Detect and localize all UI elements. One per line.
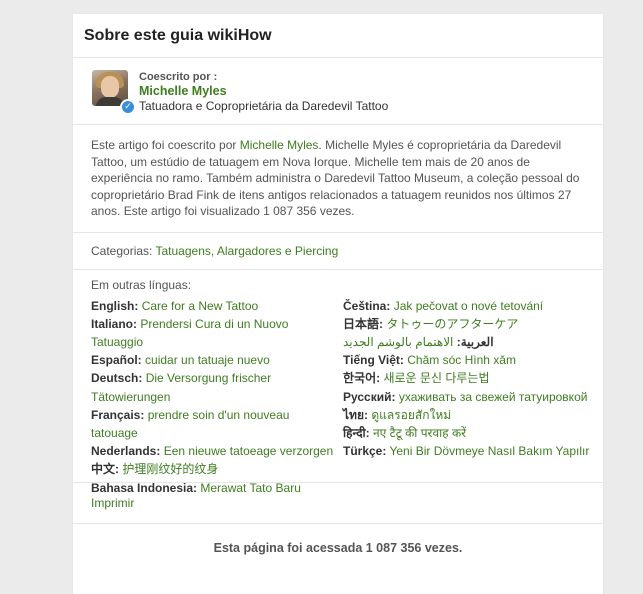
language-item: Français: prendre soin d'un nouveau tato…	[91, 406, 336, 442]
language-item: Nederlands: Een nieuwe tatoeage verzorge…	[91, 442, 336, 460]
other-languages: Em outras línguas: English: Care for a N…	[73, 270, 603, 495]
language-link[interactable]: Chăm sóc Hình xăm	[407, 353, 516, 367]
language-item: Tiếng Việt: Chăm sóc Hình xăm	[343, 351, 603, 369]
author-role: Tatuadora e Coproprietária da Daredevil …	[139, 99, 389, 113]
language-item: ไทย: ดูแลรอยสักใหม่	[343, 406, 603, 424]
language-item: Русский: ухаживать за свежей татуировкой	[343, 388, 603, 406]
language-link[interactable]: 새로운 문신 다루는법	[383, 371, 489, 385]
language-link[interactable]: Een nieuwe tatoeage verzorgen	[164, 444, 333, 458]
other-languages-title: Em outras línguas:	[91, 277, 192, 292]
bio-author-link[interactable]: Michelle Myles	[240, 138, 319, 152]
language-name: Français:	[91, 407, 145, 422]
language-name: Türkçe:	[343, 444, 387, 459]
language-name: Čeština:	[343, 298, 391, 313]
category-link[interactable]: Tatuagens, Alargadores e Piercing	[155, 244, 338, 258]
language-name: Deutsch:	[91, 371, 143, 386]
language-name: 日本語:	[343, 316, 383, 331]
language-link[interactable]: नए टैटू की परवाह करें	[373, 426, 466, 440]
language-link[interactable]: 护理刚纹好的纹身	[122, 462, 218, 476]
language-item: Italiano: Prendersi Cura di un Nuovo Tat…	[91, 315, 336, 351]
language-item: 中文: 护理刚纹好的纹身	[91, 460, 336, 478]
language-item: English: Care for a New Tattoo	[91, 297, 336, 315]
author-block: ✓ Coescrito por : Michelle Myles Tatuado…	[73, 58, 603, 125]
languages-left-column: English: Care for a New Tattoo Italiano: …	[91, 297, 336, 497]
author-name-link[interactable]: Michelle Myles	[139, 84, 227, 98]
language-name: ไทย:	[343, 407, 368, 422]
page-views-footer: Esta página foi acessada 1 087 356 vezes…	[213, 540, 463, 555]
language-item: Türkçe: Yeni Bir Dövmeye Nasıl Bakım Yap…	[343, 442, 603, 460]
verified-check-icon: ✓	[120, 99, 136, 115]
language-name: हिन्दी:	[343, 425, 370, 440]
language-item: 日本語: タトゥーのアフターケア	[343, 315, 603, 333]
categories-label: Categorias:	[91, 243, 156, 258]
language-link[interactable]: ухаживать за свежей татуировкой	[399, 390, 588, 404]
language-item: Deutsch: Die Versorgung frischer Tätowie…	[91, 369, 336, 405]
author-bio: Este artigo foi coescrito por Michelle M…	[73, 125, 603, 233]
language-item: 한국어: 새로운 문신 다루는법	[343, 369, 603, 387]
language-name: English:	[91, 298, 139, 313]
language-item: हिन्दी: नए टैटू की परवाह करें	[343, 424, 603, 442]
language-name: Tiếng Việt:	[343, 353, 404, 368]
language-name: Italiano:	[91, 316, 138, 331]
language-link[interactable]: Care for a New Tattoo	[142, 299, 259, 313]
language-link[interactable]: Merawat Tato Baru	[200, 481, 301, 495]
language-item: Español: cuidar un tatuaje nuevo	[91, 351, 336, 369]
language-name: العربية:	[456, 334, 494, 349]
language-link[interactable]: الاهتمام بالوشم الجديد	[343, 335, 453, 349]
language-item: Bahasa Indonesia: Merawat Tato Baru	[91, 479, 336, 497]
language-link[interactable]: Jak pečovat o nové tetování	[394, 299, 543, 313]
categories: Categorias: Tatuagens, Alargadores e Pie…	[73, 233, 603, 270]
language-name: Español:	[91, 353, 142, 368]
language-name: Bahasa Indonesia:	[91, 480, 198, 495]
language-link[interactable]: ดูแลรอยสักใหม่	[371, 408, 451, 422]
language-name: 한국어:	[343, 371, 381, 386]
language-item: Čeština: Jak pečovat o nové tetování	[343, 297, 603, 315]
language-item: العربية: الاهتمام بالوشم الجديد	[343, 333, 603, 351]
language-link[interactable]: タトゥーのアフターケア	[386, 317, 518, 331]
language-link[interactable]: Yeni Bir Dövmeye Nasıl Bakım Yapılır	[389, 444, 589, 458]
about-guide-card: Sobre este guia wikiHow ✓ Coescrito por …	[73, 14, 603, 594]
language-name: Русский:	[343, 389, 396, 404]
language-link[interactable]: cuidar un tatuaje nuevo	[145, 353, 270, 367]
languages-right-column: Čeština: Jak pečovat o nové tetování 日本語:…	[343, 297, 603, 461]
language-name: Nederlands:	[91, 444, 161, 459]
language-name: 中文:	[91, 462, 119, 477]
coauthor-label: Coescrito por :	[139, 71, 218, 83]
section-title: Sobre este guia wikiHow	[73, 14, 603, 58]
